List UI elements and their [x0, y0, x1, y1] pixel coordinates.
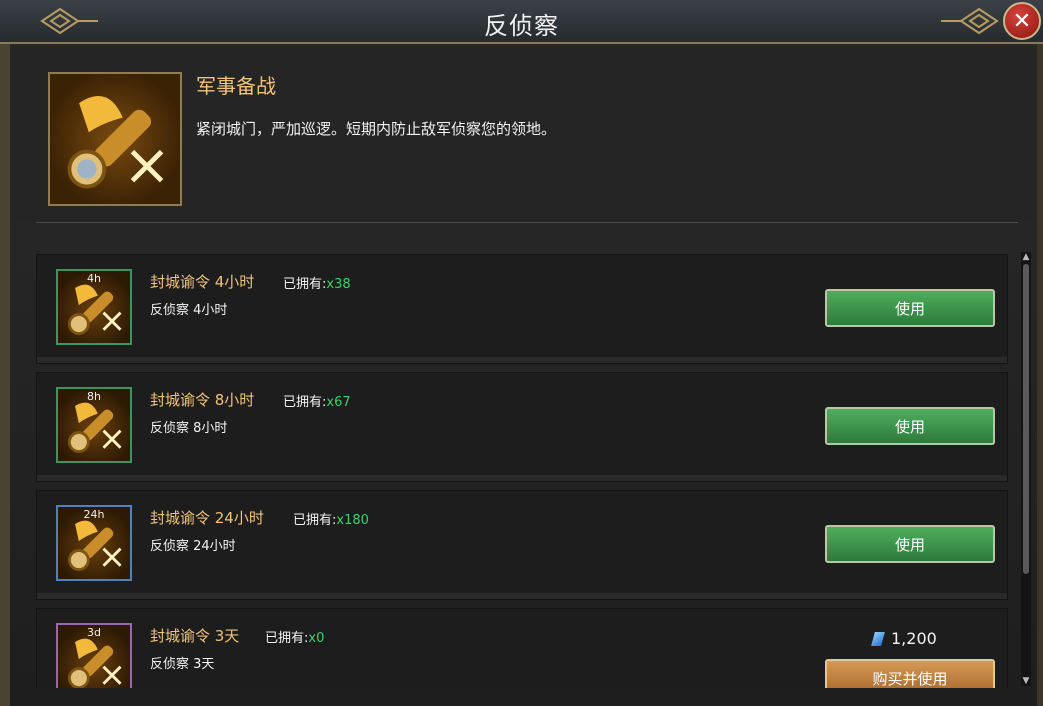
close-button[interactable]: ✕ [1003, 2, 1041, 40]
duration-badge: 4h [87, 272, 101, 285]
owned-label: 已拥有: [283, 277, 327, 292]
list-item: 3d 封城谕令 3天 已拥有:x0 反侦察 3天 1,200 购买并使用 [36, 608, 1008, 688]
close-icon: ✕ [1012, 8, 1032, 34]
spyglass-feather-icon [48, 72, 182, 206]
duration-badge: 8h [87, 390, 101, 403]
count-value: x67 [326, 395, 351, 410]
effect-header: 军事备战 紧闭城门，严加巡逻。短期内防止敌军侦察您的领地。 [10, 46, 1037, 222]
owned-count: 已拥有:x67 [283, 391, 351, 410]
item-name: 封城谕令 24小时 [150, 509, 264, 527]
item-description: 反侦察 8小时 [150, 421, 228, 436]
list-item: 8h 封城谕令 8小时 已拥有:x67 反侦察 8小时 使用 [36, 372, 1008, 482]
item-description: 反侦察 4小时 [150, 303, 228, 318]
scroll-up-icon[interactable]: ▲ [1021, 252, 1031, 262]
item-icon: 4h [56, 269, 132, 345]
owned-count: 已拥有:x38 [283, 273, 351, 292]
owned-count: 已拥有:x0 [265, 627, 324, 646]
owned-label: 已拥有: [265, 631, 309, 646]
scroll-thumb[interactable] [1023, 264, 1029, 574]
item-icon: 3d [56, 623, 132, 688]
dialog-title: 反侦察 [484, 12, 559, 40]
item-icon: 8h [56, 387, 132, 463]
owned-label: 已拥有: [283, 395, 327, 410]
count-value: x38 [326, 277, 351, 292]
scrollbar[interactable]: ▲ ▼ [1021, 252, 1031, 686]
item-name: 封城谕令 3天 [150, 627, 240, 645]
item-description: 反侦察 24小时 [150, 539, 236, 554]
scroll-down-icon[interactable]: ▼ [1021, 676, 1031, 686]
effect-name: 军事备战 [196, 74, 276, 98]
item-list: 4h 封城谕令 4小时 已拥有:x38 反侦察 4小时 使用 8h 封城谕令 8… [36, 254, 1008, 688]
count-value: x180 [336, 513, 369, 528]
divider [36, 222, 1018, 223]
list-item: 4h 封城谕令 4小时 已拥有:x38 反侦察 4小时 使用 [36, 254, 1008, 364]
duration-badge: 3d [87, 626, 101, 639]
item-icon: 24h [56, 505, 132, 581]
ornament-icon [939, 6, 999, 36]
title-bar: 反侦察 [0, 0, 1043, 44]
duration-badge: 24h [83, 508, 105, 521]
owned-count: 已拥有:x180 [293, 509, 369, 528]
list-item: 24h 封城谕令 24小时 已拥有:x180 反侦察 24小时 使用 [36, 490, 1008, 600]
item-description: 反侦察 3天 [150, 657, 215, 672]
gem-icon [871, 631, 885, 646]
use-button[interactable]: 使用 [825, 525, 995, 563]
price: 1,200 [871, 629, 937, 648]
use-button[interactable]: 使用 [825, 407, 995, 445]
price-value: 1,200 [891, 629, 937, 648]
buy-and-use-button[interactable]: 购买并使用 [825, 659, 995, 688]
use-button[interactable]: 使用 [825, 289, 995, 327]
item-name: 封城谕令 8小时 [150, 391, 255, 409]
owned-label: 已拥有: [293, 513, 337, 528]
item-name: 封城谕令 4小时 [150, 273, 255, 291]
effect-description: 紧闭城门，严加巡逻。短期内防止敌军侦察您的领地。 [196, 120, 557, 138]
count-value: x0 [308, 631, 325, 646]
